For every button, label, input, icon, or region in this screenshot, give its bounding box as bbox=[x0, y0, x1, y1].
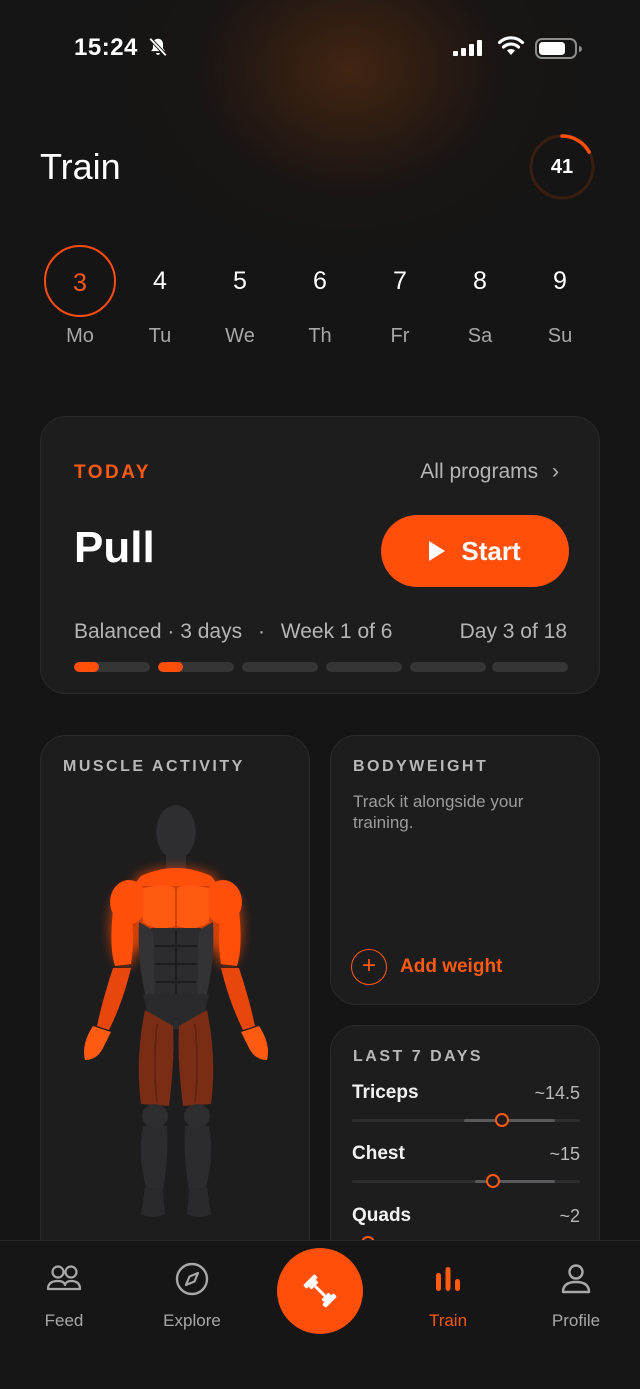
day-number: 4 bbox=[153, 267, 167, 295]
day-number: 5 bbox=[233, 267, 247, 295]
tab-label: Feed bbox=[44, 1311, 84, 1330]
status-bar: 15:24 bbox=[0, 30, 640, 66]
body-muscle-map bbox=[84, 805, 268, 1217]
plus-icon: + bbox=[351, 949, 387, 985]
all-programs-link[interactable]: All programs › bbox=[420, 460, 559, 484]
program-name: Balanced · 3 days bbox=[74, 620, 243, 643]
compass-icon bbox=[175, 1262, 209, 1296]
day-number: 9 bbox=[553, 267, 567, 295]
day-number: 3 bbox=[44, 245, 116, 317]
muscle-name: Quads bbox=[352, 1205, 412, 1226]
muscle-value: ~2 bbox=[559, 1206, 580, 1226]
day-number: 8 bbox=[473, 267, 487, 295]
workout-name: Pull bbox=[74, 523, 155, 572]
add-weight-label: Add weight bbox=[400, 956, 503, 977]
muscle-name: Triceps bbox=[352, 1082, 419, 1103]
day-label: Su bbox=[547, 325, 573, 347]
day-item-tu[interactable]: 4 Tu bbox=[120, 245, 200, 355]
day-label: Th bbox=[308, 325, 332, 347]
status-time: 15:24 bbox=[74, 34, 138, 61]
day-label: Tu bbox=[148, 325, 172, 347]
streak-ring[interactable]: 41 bbox=[528, 133, 596, 201]
muscle-row-chest: Chest ~15 bbox=[352, 1143, 580, 1193]
play-icon bbox=[429, 541, 446, 561]
muscle-value-marker bbox=[495, 1113, 510, 1127]
progress-segment bbox=[242, 662, 318, 672]
tab-label: Explore bbox=[163, 1311, 221, 1330]
day-item-mo[interactable]: 3 Mo bbox=[40, 245, 120, 355]
day-item-su[interactable]: 9 Su bbox=[520, 245, 600, 355]
bodyweight-title: BODYWEIGHT bbox=[353, 758, 489, 775]
day-label: Mo bbox=[66, 325, 94, 347]
muscle-range-track bbox=[352, 1174, 580, 1188]
tab-feed[interactable]: Feed bbox=[14, 1259, 114, 1331]
week-progress: Week 1 of 6 bbox=[280, 620, 393, 643]
all-programs-label: All programs bbox=[420, 460, 539, 483]
bell-muted-icon bbox=[148, 37, 168, 57]
tab-explore[interactable]: Explore bbox=[142, 1259, 242, 1331]
add-weight-button[interactable]: + Add weight bbox=[351, 949, 502, 985]
wifi-icon bbox=[497, 36, 525, 55]
muscle-activity-title: MUSCLE ACTIVITY bbox=[63, 758, 245, 775]
tab-train[interactable]: Train bbox=[398, 1259, 498, 1331]
progress-segment bbox=[492, 662, 568, 672]
progress-segment bbox=[326, 662, 402, 672]
today-label: TODAY bbox=[74, 462, 151, 483]
day-label: Fr bbox=[390, 325, 410, 347]
day-number: 7 bbox=[393, 267, 407, 295]
today-workout-card[interactable]: TODAY All programs › Pull Start Balanced… bbox=[40, 416, 600, 694]
tab-label: Train bbox=[428, 1311, 468, 1330]
muscle-name: Chest bbox=[352, 1143, 405, 1164]
day-item-we[interactable]: 5 We bbox=[200, 245, 280, 355]
muscle-range-band bbox=[463, 1119, 555, 1122]
day-label: Sa bbox=[467, 325, 493, 347]
last-7-days-title: LAST 7 DAYS bbox=[353, 1048, 484, 1065]
day-number: 6 bbox=[313, 267, 327, 295]
cellular-signal-icon bbox=[453, 40, 482, 57]
start-label: Start bbox=[461, 535, 521, 566]
bar-chart-icon bbox=[436, 1267, 460, 1291]
progress-segment bbox=[410, 662, 486, 672]
progress-segment bbox=[74, 662, 150, 672]
dumbbell-icon bbox=[303, 1274, 337, 1308]
tab-profile[interactable]: Profile bbox=[526, 1259, 626, 1331]
progress-segment bbox=[158, 662, 234, 672]
tab-label: Profile bbox=[551, 1311, 601, 1330]
page-title: Train bbox=[40, 146, 121, 187]
people-icon bbox=[46, 1265, 82, 1291]
person-icon bbox=[561, 1264, 591, 1294]
muscle-range-track bbox=[352, 1113, 580, 1127]
chevron-right-icon: › bbox=[552, 460, 559, 483]
week-selector: 3 Mo 4 Tu 5 We 6 Th 7 Fr 8 Sa 9 Su bbox=[40, 245, 600, 355]
muscle-value: ~15 bbox=[549, 1144, 580, 1164]
day-item-fr[interactable]: 7 Fr bbox=[360, 245, 440, 355]
bodyweight-card[interactable]: BODYWEIGHT Track it alongside your train… bbox=[330, 735, 600, 1005]
day-item-sa[interactable]: 8 Sa bbox=[440, 245, 520, 355]
battery-icon bbox=[535, 38, 582, 59]
bodyweight-description: Track it alongside your training. bbox=[353, 792, 524, 832]
muscle-value-marker bbox=[486, 1174, 501, 1188]
program-progress-bar bbox=[74, 662, 568, 672]
start-workout-fab[interactable] bbox=[277, 1248, 363, 1334]
muscle-activity-card[interactable]: MUSCLE ACTIVITY bbox=[40, 735, 310, 1295]
start-button[interactable]: Start bbox=[381, 515, 569, 587]
day-item-th[interactable]: 6 Th bbox=[280, 245, 360, 355]
day-progress: Day 3 of 18 bbox=[459, 620, 567, 643]
muscle-row-triceps: Triceps ~14.5 bbox=[352, 1082, 580, 1132]
day-label: We bbox=[225, 325, 255, 347]
meta-separator: · bbox=[257, 620, 265, 643]
streak-count: 41 bbox=[550, 156, 574, 178]
program-info: Balanced · 3 days · Week 1 of 6 bbox=[74, 620, 392, 644]
muscle-value: ~14.5 bbox=[534, 1083, 580, 1103]
